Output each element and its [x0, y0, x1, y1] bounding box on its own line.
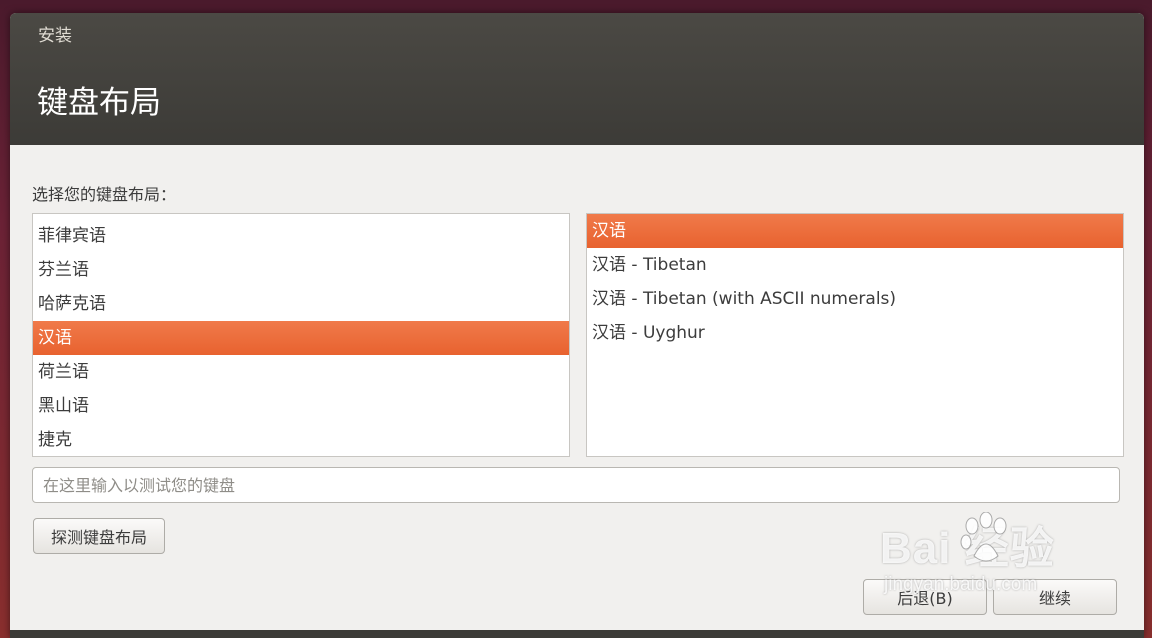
layout-prompt-label: 选择您的键盘布局： — [32, 185, 177, 204]
keyboard-test-input[interactable] — [32, 467, 1120, 503]
variant-list[interactable]: 汉语 汉语 - Tibetan 汉语 - Tibetan (with ASCII… — [586, 213, 1124, 457]
title-bar: 安装 键盘布局 — [10, 13, 1144, 145]
variant-item-selected[interactable]: 汉语 — [587, 214, 1123, 248]
layout-item[interactable]: 菲律宾语 — [33, 219, 569, 253]
variant-item[interactable]: 汉语 - Uyghur — [587, 316, 1123, 350]
variant-item[interactable]: 汉语 - Tibetan — [587, 248, 1123, 282]
layout-item[interactable]: 捷克 — [33, 423, 569, 456]
bottom-strip — [10, 630, 1144, 638]
variant-item[interactable]: 汉语 - Tibetan (with ASCII numerals) — [587, 282, 1123, 316]
layout-item[interactable]: 荷兰语 — [33, 355, 569, 389]
content-area: 选择您的键盘布局： 菲律宾语 芬兰语 哈萨克语 汉语 荷兰语 黑山语 捷克 汉语… — [10, 145, 1144, 630]
layout-list[interactable]: 菲律宾语 芬兰语 哈萨克语 汉语 荷兰语 黑山语 捷克 — [32, 213, 570, 457]
back-button[interactable]: 后退(B) — [863, 579, 987, 615]
continue-button[interactable]: 继续 — [993, 579, 1117, 615]
window-title: 安装 — [38, 26, 72, 46]
layout-item[interactable]: 芬兰语 — [33, 253, 569, 287]
detect-layout-button[interactable]: 探测键盘布局 — [33, 518, 165, 554]
layout-item[interactable]: 哈萨克语 — [33, 287, 569, 321]
page-title: 键盘布局 — [37, 85, 161, 121]
layout-item[interactable]: 黑山语 — [33, 389, 569, 423]
installer-window: 安装 键盘布局 选择您的键盘布局： 菲律宾语 芬兰语 哈萨克语 汉语 荷兰语 黑… — [10, 13, 1144, 638]
layout-item-selected[interactable]: 汉语 — [33, 321, 569, 355]
